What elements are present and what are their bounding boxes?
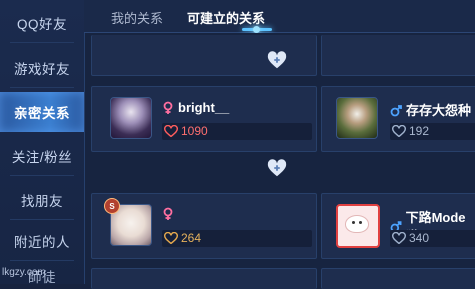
intimacy-value: 264	[181, 231, 202, 245]
relationship-slot-bottom-left	[91, 268, 317, 289]
tab-available-relations[interactable]: 可建立的关系	[187, 8, 265, 27]
relationship-card[interactable]: S 264	[91, 193, 317, 259]
card-name-row: bright__	[162, 100, 229, 115]
card-name-row: 存存大怨种	[390, 100, 471, 119]
heart-plus-icon[interactable]	[266, 49, 288, 71]
sidebar: QQ好友 游戏好友 亲密关系 关注/粉丝 找朋友 附近的人 師徒	[0, 0, 85, 285]
sidebar-item-label: 关注/粉丝	[11, 150, 73, 165]
heart-icon	[392, 232, 406, 244]
tab-my-relations[interactable]: 我的关系	[111, 8, 163, 27]
sidebar-item-nearby-people[interactable]: 附近的人	[0, 221, 84, 261]
intimacy-row: 264	[164, 231, 201, 245]
avatar[interactable]	[336, 97, 378, 139]
sidebar-item-qq-friends[interactable]: QQ好友	[0, 3, 84, 43]
male-icon	[390, 104, 402, 116]
sidebar-item-label: 亲密关系	[14, 106, 70, 121]
sidebar-item-follow-fans[interactable]: 关注/粉丝	[0, 136, 84, 176]
rank-badge: S	[104, 198, 120, 214]
sidebar-item-intimate-relations[interactable]: 亲密关系	[0, 92, 84, 132]
sidebar-item-game-friends[interactable]: 游戏好友	[0, 48, 84, 88]
heart-icon	[164, 125, 178, 137]
heart-icon	[164, 232, 178, 244]
avatar[interactable]	[336, 204, 380, 248]
relationship-card[interactable]: 存存大怨种 192	[321, 86, 475, 152]
heart-icon	[392, 125, 406, 137]
relationship-card[interactable]: bright__ 1090	[91, 86, 317, 152]
relationship-card[interactable]: 下路Mode猫 340	[321, 193, 475, 259]
relationship-slot-top-right	[321, 35, 475, 76]
female-icon	[163, 207, 173, 220]
active-tab-dot	[253, 26, 260, 33]
player-name: 存存大怨种	[406, 103, 472, 118]
avatar[interactable]	[110, 97, 152, 139]
relationship-slot-bottom-right	[321, 268, 475, 289]
card-name-row	[162, 207, 178, 221]
intimacy-value: 192	[409, 124, 430, 138]
sidebar-item-label: 游戏好友	[14, 62, 70, 77]
intimacy-row: 1090	[164, 124, 208, 138]
sidebar-item-find-friends[interactable]: 找朋友	[0, 180, 84, 220]
female-icon	[163, 101, 173, 114]
relationship-list: bright__ 1090 存存大怨种 192 S 264 下路Mode 340	[85, 33, 475, 289]
player-name: bright__	[178, 100, 230, 115]
intimacy-value: 1090	[181, 124, 208, 138]
intimacy-row: 192	[392, 124, 429, 138]
tab-bar: 我的关系 可建立的关系	[84, 0, 475, 33]
intimacy-row: 340	[392, 231, 429, 245]
watermark: lkgzy.com	[2, 267, 46, 278]
heart-plus-icon[interactable]	[266, 157, 288, 179]
sidebar-item-label: 附近的人	[14, 235, 70, 250]
avatar-face	[346, 216, 368, 232]
sidebar-item-label: 找朋友	[21, 194, 63, 209]
sidebar-item-label: QQ好友	[16, 17, 67, 32]
intimacy-value: 340	[409, 231, 430, 245]
relationship-screen: QQ好友 游戏好友 亲密关系 关注/粉丝 找朋友 附近的人 師徒 我的关系 可建…	[0, 0, 475, 289]
